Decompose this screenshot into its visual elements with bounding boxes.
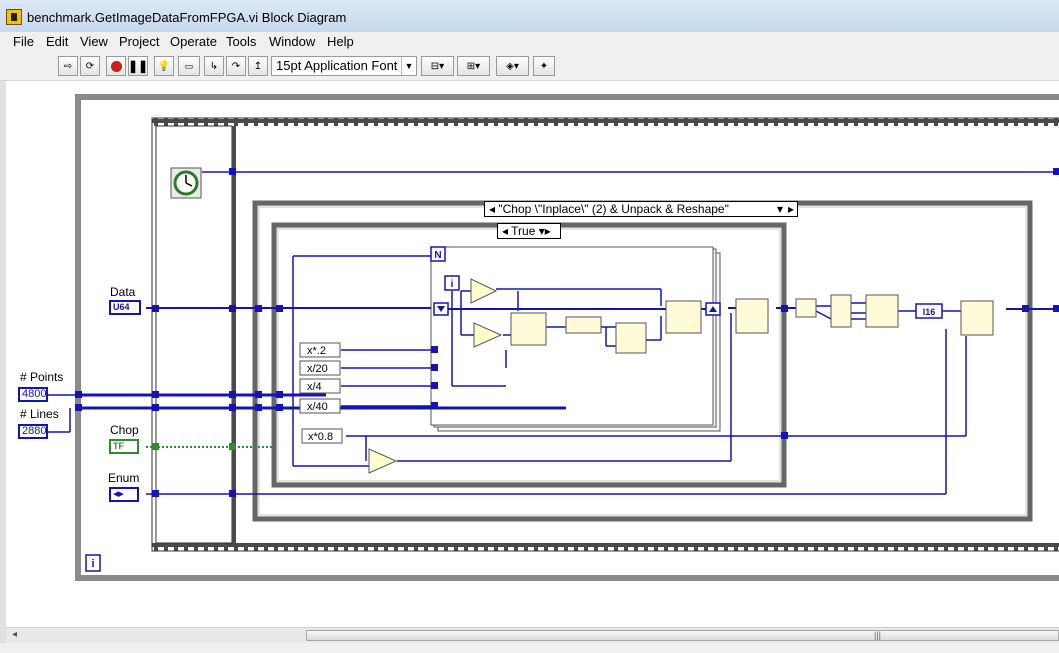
menu-operate[interactable]: Operate xyxy=(170,34,217,49)
pause-button[interactable]: ❚❚ xyxy=(128,56,148,76)
expr-x-div-40: x/40 xyxy=(307,401,328,413)
chevron-down-icon: ▾ xyxy=(776,202,783,216)
expr-x-div-20: x/20 xyxy=(307,363,328,375)
chop-type-label: TF xyxy=(113,441,124,451)
probe-icon: ▭ xyxy=(184,60,194,71)
case-inner-prev-icon: ◂ xyxy=(502,224,509,238)
enum-label: Enum xyxy=(108,471,140,485)
run-continuously-icon: ⟳ xyxy=(85,60,95,72)
align-objects-button[interactable]: ⊟▾ xyxy=(421,56,454,76)
chop-terminal[interactable]: TF xyxy=(109,439,139,454)
chop-label: Chop xyxy=(110,423,139,437)
case-selector-outer[interactable]: ◂ "Chop \"Inplace\" (2) & Unpack & Resha… xyxy=(484,201,798,217)
distribute-icon: ⊞▾ xyxy=(466,60,481,72)
font-select[interactable]: 15pt Application Font ▼ xyxy=(271,56,417,76)
run-arrow-icon: ⇨ xyxy=(63,60,73,72)
flat-sequence-bottom-strip xyxy=(152,543,1059,551)
window-title: benchmark.GetImageDataFromFPGA.vi Block … xyxy=(27,10,347,25)
retain-wire-values-button[interactable]: ▭ xyxy=(178,56,200,76)
cleanup-broom-icon: ✦ xyxy=(539,60,549,72)
step-out-icon: ↥ xyxy=(253,60,263,72)
case-outer-label: "Chop \"Inplace\" (2) & Unpack & Reshape… xyxy=(498,202,729,216)
data-label: Data xyxy=(110,285,136,299)
menu-window[interactable]: Window xyxy=(269,34,315,49)
lightbulb-icon: 💡 xyxy=(157,60,171,72)
labview-app-icon xyxy=(6,9,22,25)
enum-arrows-icon: ◂▸ xyxy=(113,488,125,500)
pause-icon: ❚❚ xyxy=(127,59,149,73)
cleanup-diagram-button[interactable]: ✦ xyxy=(533,56,555,76)
reorder-button[interactable]: ◈▾ xyxy=(496,56,529,76)
menu-edit[interactable]: Edit xyxy=(46,34,68,49)
points-label: # Points xyxy=(20,370,64,384)
menu-tools[interactable]: Tools xyxy=(226,34,256,49)
loop-count-label: N xyxy=(434,250,441,261)
distribute-objects-button[interactable]: ⊞▾ xyxy=(457,56,490,76)
case-selector-inner[interactable]: ◂ True ▾▸ xyxy=(497,223,561,239)
data-terminal[interactable]: U64 xyxy=(109,300,141,315)
run-continuously-button[interactable]: ⟳ xyxy=(80,56,100,76)
horizontal-scrollbar[interactable]: ◂ ||| xyxy=(6,627,1059,644)
points-terminal[interactable]: 4800 xyxy=(18,387,48,402)
step-over-button[interactable]: ↷ xyxy=(226,56,246,76)
diagram-svg: I16 N i x*.2 x/20 x/4 x/40 x*0.8 i xyxy=(48,94,1059,581)
menu-help[interactable]: Help xyxy=(327,34,354,49)
expr-x-times-0-8: x*0.8 xyxy=(308,431,333,443)
sequence-separator xyxy=(232,126,236,543)
i16-label: I16 xyxy=(923,307,936,317)
lines-terminal[interactable]: 2880 xyxy=(18,424,48,439)
case-prev-arrow-icon: ◂ xyxy=(489,202,496,216)
case-inner-next-icon: ▾▸ xyxy=(538,224,551,238)
iteration-terminal-label: i xyxy=(91,558,94,570)
align-icon: ⊟▾ xyxy=(430,60,445,72)
chevron-down-icon: ▼ xyxy=(401,57,416,75)
stop-icon xyxy=(110,60,122,72)
data-type-label: U64 xyxy=(113,302,130,312)
font-select-value: 15pt Application Font xyxy=(276,58,398,73)
menu-project[interactable]: Project xyxy=(119,34,159,49)
case-inner-label: True xyxy=(511,224,536,238)
abort-button[interactable] xyxy=(106,56,126,76)
scrollbar-thumb[interactable] xyxy=(306,630,1059,641)
step-into-icon: ↳ xyxy=(209,60,219,72)
menu-view[interactable]: View xyxy=(80,34,108,49)
case-next-arrow-icon: ▸ xyxy=(787,202,794,216)
lines-label: # Lines xyxy=(20,407,59,421)
menu-bar: File Edit View Project Operate Tools Win… xyxy=(0,32,1059,52)
highlight-execution-button[interactable]: 💡 xyxy=(154,56,174,76)
step-over-icon: ↷ xyxy=(231,60,241,72)
expr-x-div-4: x/4 xyxy=(307,381,322,393)
scroll-left-icon[interactable]: ◂ xyxy=(12,629,17,640)
expr-x-times-0-2: x*.2 xyxy=(307,345,326,357)
step-into-button[interactable]: ↳ xyxy=(204,56,224,76)
enum-terminal[interactable]: ◂▸ xyxy=(109,487,139,502)
loop-index-label: i xyxy=(451,279,454,290)
title-bar: benchmark.GetImageDataFromFPGA.vi Block … xyxy=(0,0,1059,32)
menu-file[interactable]: File xyxy=(13,34,34,49)
run-button[interactable]: ⇨ xyxy=(58,56,78,76)
bottom-edge xyxy=(0,643,1059,653)
flat-sequence-top-strip xyxy=(152,118,1059,126)
reorder-icon: ◈▾ xyxy=(506,60,519,72)
block-diagram-canvas[interactable]: I16 N i x*.2 x/20 x/4 x/40 x*0.8 i ◂ "Ch… xyxy=(6,81,1059,627)
scroll-grip-icon: ||| xyxy=(874,630,882,640)
step-out-button[interactable]: ↥ xyxy=(248,56,268,76)
toolbar: ⇨ ⟳ ❚❚ 💡 ▭ ↳ ↷ ↥ 15pt Application Font ▼ … xyxy=(0,52,1059,81)
